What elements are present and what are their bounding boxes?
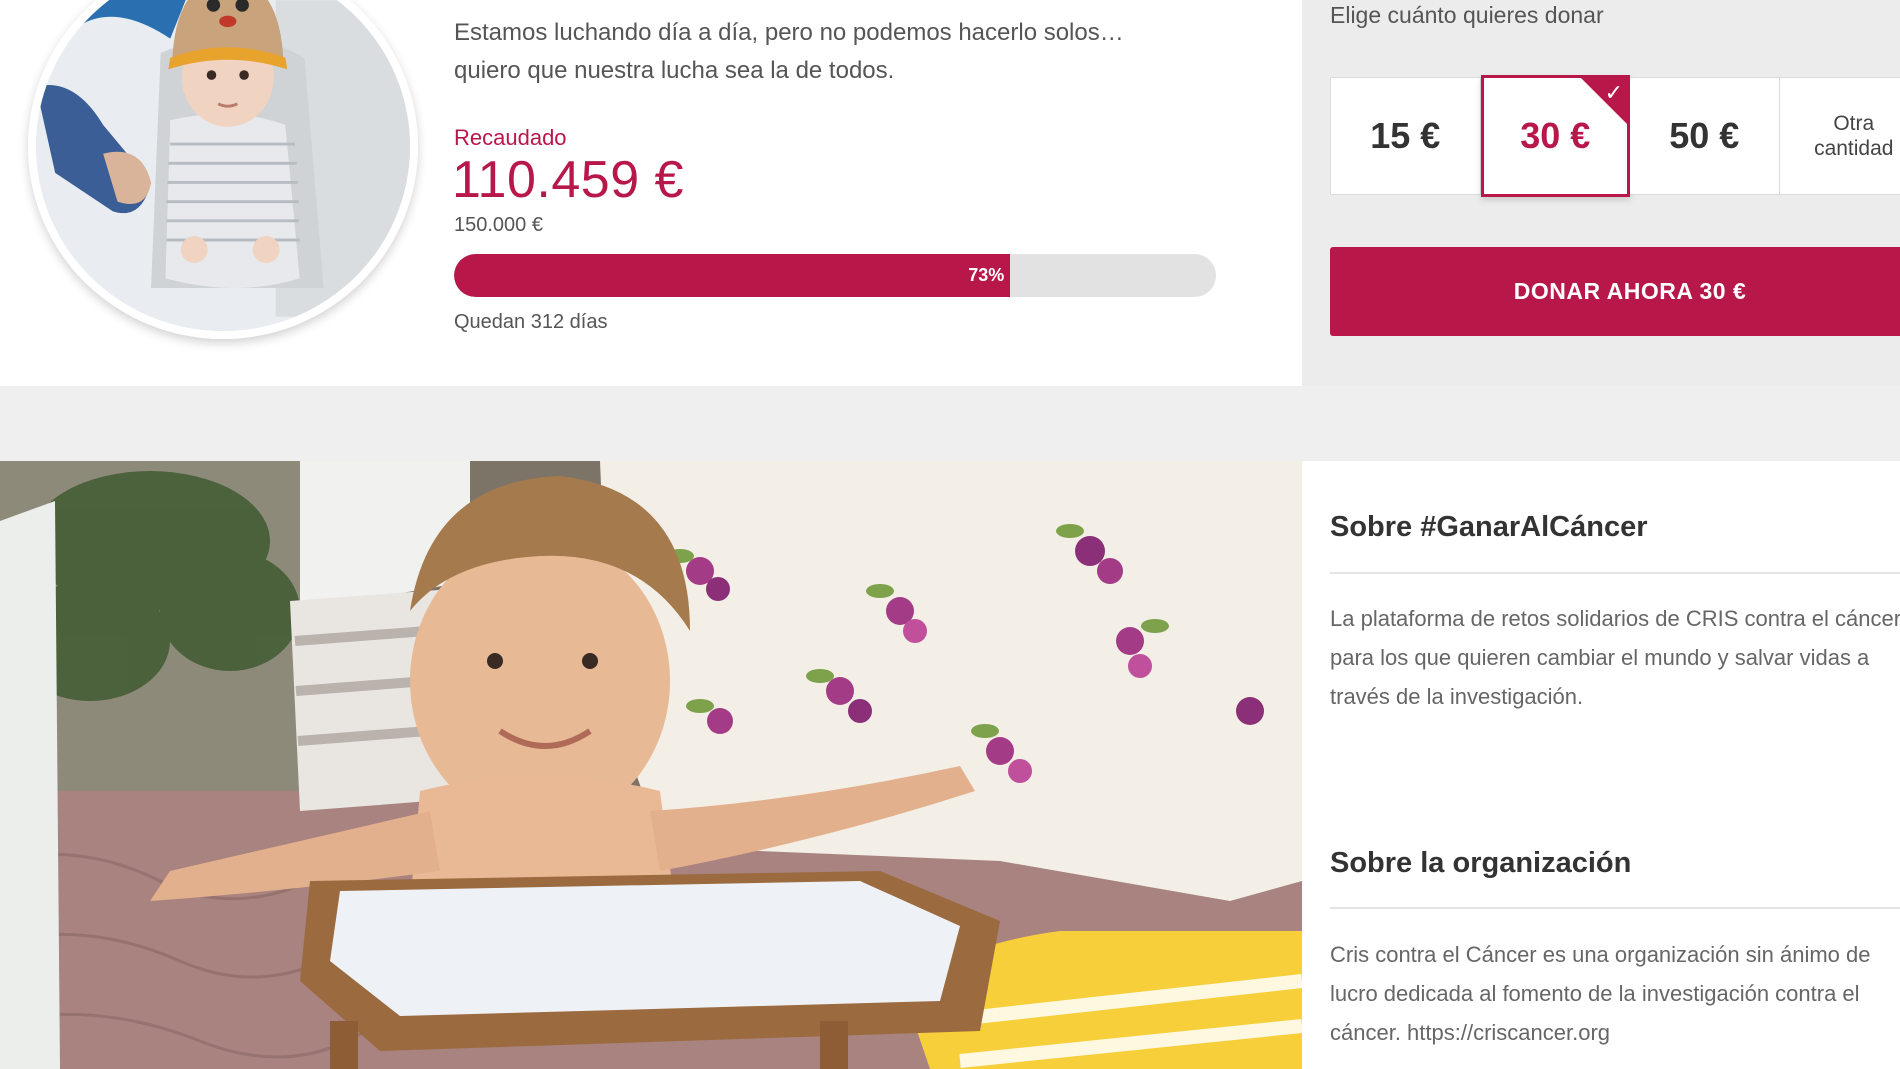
progress-fill: 73% (454, 254, 1011, 297)
campaign-story: Estamos luchando día a día, pero no pode… (454, 14, 1214, 90)
campaign-photo (0, 461, 1302, 1069)
progress-bar: 73% (454, 254, 1216, 297)
amount-option-30[interactable]: ✓ 30 € (1480, 75, 1631, 197)
progress-percent: 73% (968, 265, 1005, 285)
divider (1330, 572, 1900, 574)
about-organization-text: Cris contra el Cáncer es una organizació… (1330, 942, 1871, 1045)
about-organization-title: Sobre la organización (1330, 847, 1632, 879)
raised-label: Recaudado (454, 125, 567, 150)
campaign-card: Estamos luchando día a día, pero no pode… (0, 0, 1302, 386)
divider (1330, 907, 1900, 909)
amount-option-other[interactable]: Otra cantidad (1779, 78, 1900, 194)
check-icon: ✓ (1604, 80, 1624, 105)
amount-option-50[interactable]: 50 € (1630, 78, 1780, 194)
goal-amount: 150.000 € (454, 214, 543, 236)
campaign-story-line: Estamos luchando día a día, pero no pode… (454, 19, 1124, 46)
campaign-story-line: quiero que nuestra lucha sea la de todos… (454, 57, 895, 84)
page: Estamos luchando día a día, pero no pode… (0, 0, 1900, 1069)
about-platform-title: Sobre #GanarAlCáncer (1330, 511, 1648, 543)
about-panel: Sobre #GanarAlCáncer La plataforma de re… (1302, 461, 1900, 1069)
amount-option-label: Otra cantidad (1814, 111, 1893, 161)
campaign-avatar-photo (28, 0, 418, 339)
donation-heading: Elige cuánto quieres donar (1330, 2, 1604, 28)
about-platform-text: La plataforma de retos solidarios de CRI… (1330, 606, 1900, 709)
donate-now-button[interactable]: DONAR AHORA 30 € (1330, 247, 1900, 336)
other-label-line: Otra (1833, 112, 1875, 135)
amount-option-15[interactable]: 15 € (1331, 78, 1481, 194)
amount-option-label: 50 € (1669, 115, 1740, 156)
donation-panel: Elige cuánto quieres donar 15 € ✓ 30 € 5… (1302, 0, 1900, 386)
days-left: Quedan 312 días (454, 311, 608, 333)
donation-amount-options: 15 € ✓ 30 € 50 € Otra cantidad (1330, 75, 1900, 197)
other-label-line: cantidad (1814, 137, 1894, 160)
raised-amount: 110.459 € (452, 151, 684, 209)
amount-option-label: 15 € (1370, 115, 1441, 156)
